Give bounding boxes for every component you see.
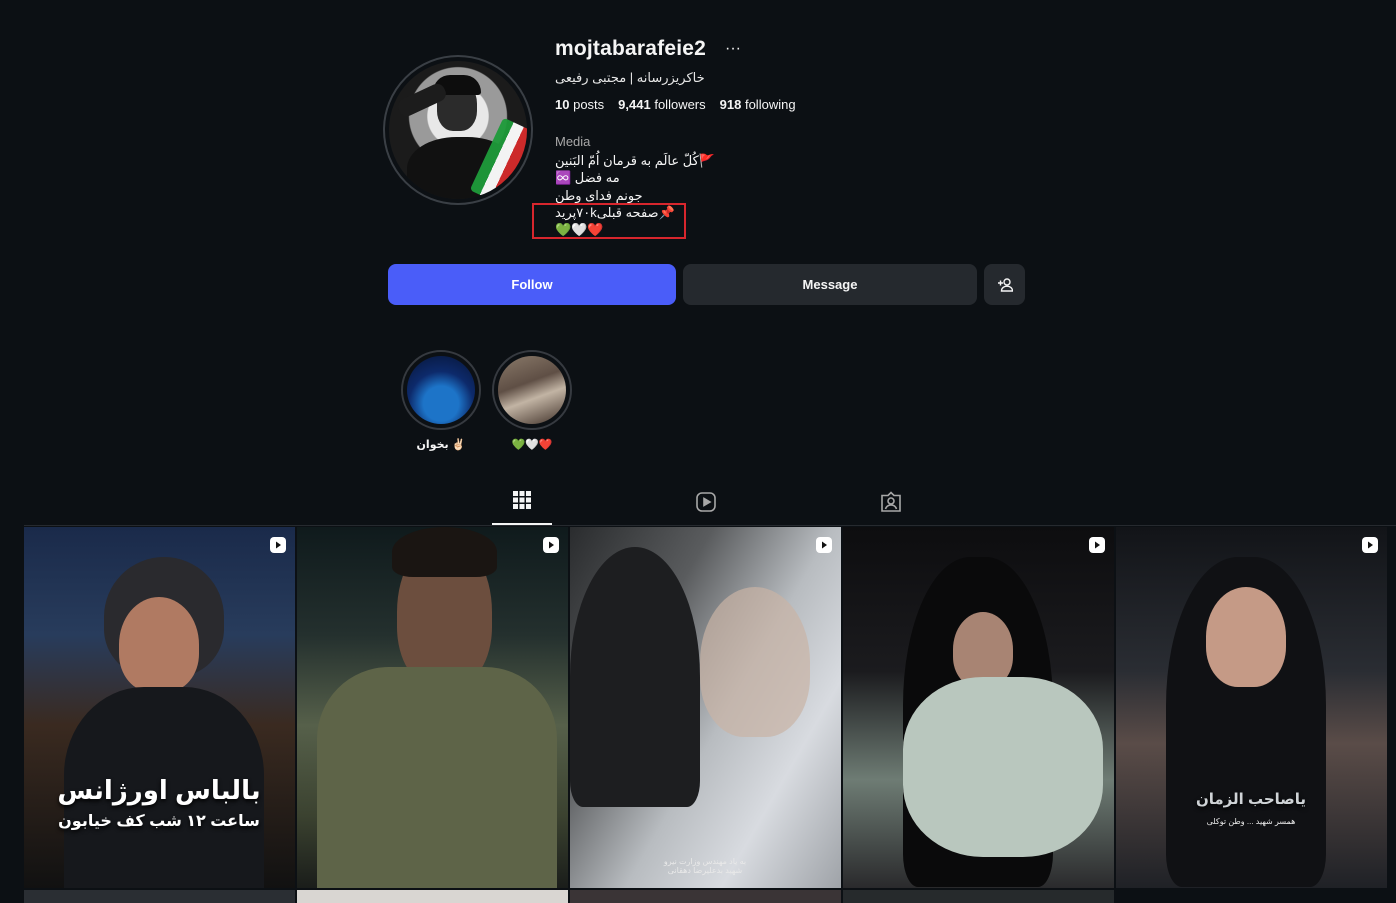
bio-line: مه فضل ♾️ <box>555 170 620 186</box>
tab-reels[interactable] <box>676 491 736 525</box>
tab-posts[interactable] <box>492 491 552 525</box>
reel-icon <box>543 537 559 553</box>
post-caption-sub: ساعت ۱۲ شب کف خیابون <box>58 813 260 830</box>
thumbnail-face <box>119 597 199 692</box>
post-thumbnail[interactable] <box>297 890 568 903</box>
follow-button[interactable]: Follow <box>388 264 676 305</box>
following-label: following <box>744 97 796 112</box>
story-highlight-cover <box>498 356 566 424</box>
post-caption: به یاد مهندس وزارت نیرو شهید بدعلیرضا ده… <box>663 857 747 875</box>
post-thumbnail[interactable]: یاصاحب الزمان همسر شهید ... وطن توکلی <box>1116 527 1387 888</box>
followers-count: 9,441 <box>618 97 651 112</box>
annotation-highlight-box <box>532 203 686 239</box>
thumbnail-cloth <box>903 677 1103 857</box>
post-thumbnail[interactable] <box>843 527 1114 888</box>
story-highlight[interactable] <box>401 350 481 430</box>
posts-stat: 10 posts <box>555 97 604 112</box>
following-stat[interactable]: 918 following <box>720 97 796 112</box>
post-thumbnail[interactable] <box>843 890 1114 903</box>
posts-count: 10 <box>555 97 570 112</box>
thumbnail-portrait <box>700 587 810 737</box>
reel-icon <box>1362 537 1378 553</box>
profile-avatar[interactable] <box>389 61 527 199</box>
profile-category: Media <box>555 134 591 149</box>
profile-full-name: خاکریزرسانه | مجتبی رفیعی <box>555 70 705 85</box>
thumbnail-face <box>953 612 1013 687</box>
story-highlight-label: بخوان ✌🏻 <box>416 439 466 451</box>
profile-stats: 10 posts 9,441 followers 918 following <box>555 97 796 112</box>
reel-icon <box>816 537 832 553</box>
tabs-divider <box>24 525 1396 526</box>
profile-username: mojtabarafeie2 <box>555 37 707 60</box>
message-button[interactable]: Message <box>683 264 977 305</box>
following-count: 918 <box>719 97 742 112</box>
suggested-accounts-button[interactable] <box>984 264 1025 305</box>
thumbnail-face <box>1206 587 1286 687</box>
posts-label: posts <box>573 97 605 112</box>
post-caption: بالباس اورژانس <box>57 775 261 805</box>
grid-icon <box>513 491 531 509</box>
thumbnail-figure <box>570 547 700 807</box>
tab-tagged[interactable] <box>861 491 921 525</box>
more-options-icon[interactable]: ··· <box>725 40 741 58</box>
tagged-icon <box>881 491 901 512</box>
add-person-icon <box>997 277 1013 292</box>
reels-icon <box>696 492 716 512</box>
post-thumbnail[interactable] <box>24 890 295 903</box>
post-thumbnail[interactable] <box>297 527 568 888</box>
story-highlight-label: 💚🤍❤️ <box>511 439 553 451</box>
bio-line: جونم فدای وطن <box>555 187 643 203</box>
post-thumbnail[interactable]: به یاد مهندس وزارت نیرو شهید بدعلیرضا ده… <box>570 527 841 888</box>
followers-stat[interactable]: 9,441 followers <box>618 97 705 112</box>
post-caption-sub: همسر شهید ... وطن توکلی <box>1206 817 1296 826</box>
post-thumbnail[interactable]: بالباس اورژانس ساعت ۱۲ شب کف خیابون <box>24 527 295 888</box>
profile-avatar-ring[interactable] <box>383 55 533 205</box>
story-highlight[interactable] <box>492 350 572 430</box>
reel-icon <box>1089 537 1105 553</box>
story-highlight-cover <box>407 356 475 424</box>
bio-line: 🚩كُلّ عالَم به قرمان اُمّ البَنین <box>555 153 715 168</box>
reel-icon <box>270 537 286 553</box>
thumbnail-hair <box>392 527 497 577</box>
followers-label: followers <box>654 97 706 112</box>
thumbnail-uniform <box>317 667 557 888</box>
post-thumbnail[interactable] <box>570 890 841 903</box>
post-caption: یاصاحب الزمان <box>1195 791 1307 808</box>
